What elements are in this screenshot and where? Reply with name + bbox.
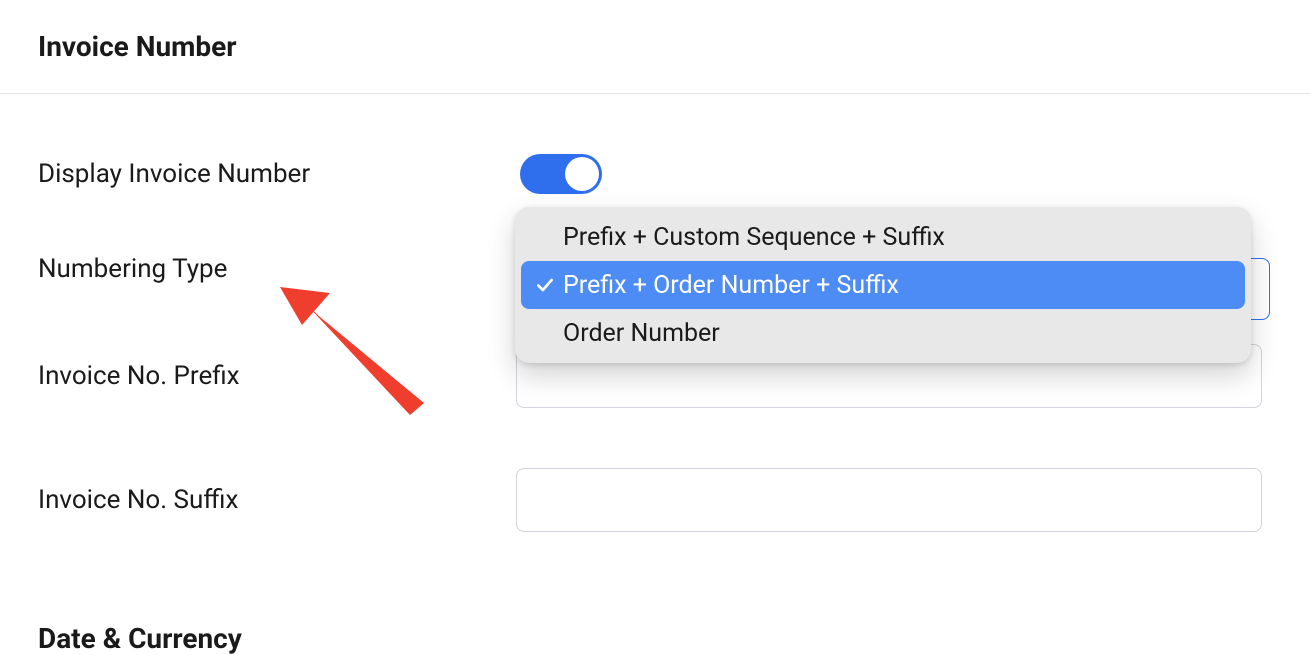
input-invoice-suffix[interactable] <box>516 468 1262 532</box>
dropdown-option-label: Prefix + Order Number + Suffix <box>563 271 899 300</box>
dropdown-option-0[interactable]: Prefix + Custom Sequence + Suffix <box>521 213 1245 261</box>
next-section-title: Date & Currency <box>38 622 1310 655</box>
dropdown-option-1[interactable]: Prefix + Order Number + Suffix <box>521 261 1245 309</box>
toggle-knob <box>565 157 599 191</box>
label-numbering-type: Numbering Type <box>38 254 516 284</box>
dropdown-option-label: Prefix + Custom Sequence + Suffix <box>563 223 945 252</box>
label-display-invoice-number: Display Invoice Number <box>38 159 516 189</box>
next-section-header: Date & Currency <box>0 592 1310 655</box>
section-header: Invoice Number <box>0 0 1310 94</box>
label-invoice-suffix: Invoice No. Suffix <box>38 485 516 515</box>
label-invoice-prefix: Invoice No. Prefix <box>38 361 516 391</box>
numbering-type-dropdown[interactable]: Prefix + Custom Sequence + Suffix Prefix… <box>515 207 1251 363</box>
numbering-type-select-border <box>1248 258 1270 320</box>
control-display-invoice-number <box>516 154 1310 194</box>
control-invoice-suffix <box>516 468 1310 532</box>
toggle-display-invoice-number[interactable] <box>520 154 602 194</box>
dropdown-option-label: Order Number <box>563 319 720 348</box>
dropdown-option-2[interactable]: Order Number <box>521 309 1245 357</box>
row-invoice-suffix: Invoice No. Suffix <box>38 468 1310 532</box>
row-display-invoice-number: Display Invoice Number <box>38 154 1310 194</box>
section-title: Invoice Number <box>38 30 1310 63</box>
check-icon <box>531 275 559 295</box>
